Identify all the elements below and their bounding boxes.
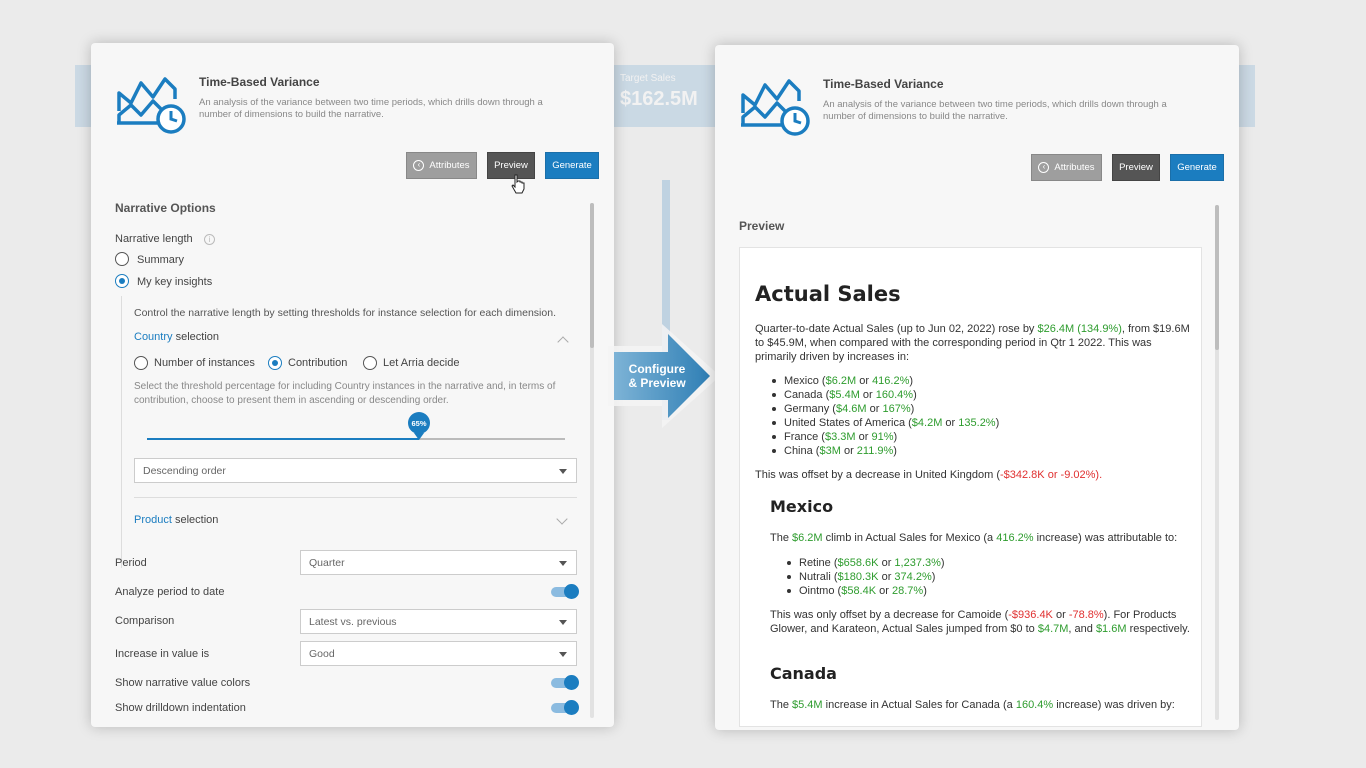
canada-paragraph: The $5.4M increase in Actual Sales for C… [770,699,1175,711]
arrow-left-circle-icon: ‹ [413,160,425,171]
list-item: Retine ($658.6K or 1,237.3%) [785,556,945,570]
period-label: Period [115,557,147,569]
list-item: Mexico ($6.2M or 416.2%) [770,374,999,388]
caret-down-icon [559,620,567,625]
radio-key-insights-label: My key insights [137,276,213,288]
country-selection-heading[interactable]: Country selection [134,331,219,343]
caret-down-icon [559,469,567,474]
list-item: Nutrali ($180.3K or 374.2%) [785,570,945,584]
scrollbar[interactable] [1215,205,1219,720]
divider [134,497,577,498]
comparison-select[interactable]: Latest vs. previous [300,609,577,634]
preview-button[interactable]: Preview [1112,154,1160,181]
list-item: Germany ($4.6M or 167%) [770,402,999,416]
product-list: Retine ($658.6K or 1,237.3%) Nutrali ($18… [785,556,945,598]
narrative-document: Actual Sales Quarter-to-date Actual Sale… [739,247,1202,727]
slider-handle[interactable]: 65% [408,412,430,440]
drilldown-indent-label: Show drilldown indentation [115,702,246,714]
hand-cursor-icon [511,174,525,194]
section-heading-canada: Canada [770,664,837,683]
panel-description: An analysis of the variance between two … [199,97,543,120]
radio-summary[interactable] [115,252,129,266]
threshold-slider[interactable]: 65% [147,412,565,440]
radio-key-insights[interactable] [115,274,129,288]
radio-let-arria-decide[interactable] [363,356,377,370]
insights-indent-line [121,296,125,568]
order-select[interactable]: Descending order [134,458,577,483]
radio-let-arria-decide-label: Let Arria decide [383,357,460,369]
attributes-button[interactable]: ‹ Attributes [1031,154,1102,181]
radio-contribution-label: Contribution [288,357,348,369]
analyze-period-toggle[interactable] [551,584,579,599]
increase-label: Increase in value is [115,648,210,660]
mexico-paragraph: The $6.2M climb in Actual Sales for Mexi… [770,532,1178,544]
radio-summary-label: Summary [137,254,185,266]
info-icon[interactable]: i [204,234,215,245]
doc-title: Actual Sales [755,282,901,306]
radio-number-of-instances-label: Number of instances [154,357,255,369]
preview-heading: Preview [739,219,785,233]
narrative-options-heading: Narrative Options [115,201,216,215]
list-item: Canada ($5.4M or 160.4%) [770,388,999,402]
caret-down-icon [559,652,567,657]
attributes-button[interactable]: ‹ Attributes [406,152,477,179]
product-selection-heading[interactable]: Product selection [134,514,218,526]
threshold-hint: Select the threshold percentage for incl… [134,381,556,406]
scrollbar-thumb[interactable] [1215,205,1219,350]
list-item: France ($3.3M or 91%) [770,430,999,444]
section-heading-mexico: Mexico [770,497,834,516]
time-variance-logo-icon [741,79,810,136]
arrow-label: Configure & Preview [628,362,686,390]
arrow-left-circle-icon: ‹ [1038,162,1050,173]
radio-contribution[interactable] [268,356,282,370]
camoide-paragraph: This was only offset by a decrease for C… [770,609,1190,635]
panel-title: Time-Based Variance [823,77,944,91]
caret-down-icon [559,561,567,566]
preview-panel: Time-Based Variance An analysis of the v… [715,45,1239,730]
panel-title: Time-Based Variance [199,75,320,89]
generate-button[interactable]: Generate [545,152,599,179]
country-list: Mexico ($6.2M or 416.2%) Canada ($5.4M or… [770,374,999,458]
panel-description: An analysis of the variance between two … [823,99,1167,122]
value-colors-toggle[interactable] [551,675,579,690]
value-colors-label: Show narrative value colors [115,677,251,689]
list-item: Ointmo ($58.4K or 28.7%) [785,584,945,598]
background-kpi: Target Sales $162.5M [620,73,698,110]
control-hint: Control the narrative length by setting … [134,307,556,319]
comparison-label: Comparison [115,615,175,627]
time-variance-logo-icon [117,77,186,134]
radio-number-of-instances[interactable] [134,356,148,370]
increase-select[interactable]: Good [300,641,577,666]
scrollbar-thumb[interactable] [590,203,594,348]
scrollbar[interactable] [590,203,594,718]
header-divider [835,197,1129,205]
chevron-down-icon[interactable] [556,513,568,525]
list-item: China ($3M or 211.9%) [770,444,999,458]
config-panel: Time-Based Variance An analysis of the v… [91,43,614,727]
offset-paragraph: This was offset by a decrease in United … [755,469,1103,481]
chevron-up-icon[interactable] [557,336,569,348]
slider-fill [147,438,419,440]
narrative-length-label: Narrative length [115,233,193,245]
intro-paragraph: Quarter-to-date Actual Sales (up to Jun … [755,323,1190,363]
list-item: United States of America ($4.2M or 135.2… [770,416,999,430]
period-select[interactable]: Quarter [300,550,577,575]
generate-button[interactable]: Generate [1170,154,1224,181]
drilldown-indent-toggle[interactable] [551,700,579,715]
analyze-period-label: Analyze period to date [115,586,225,598]
